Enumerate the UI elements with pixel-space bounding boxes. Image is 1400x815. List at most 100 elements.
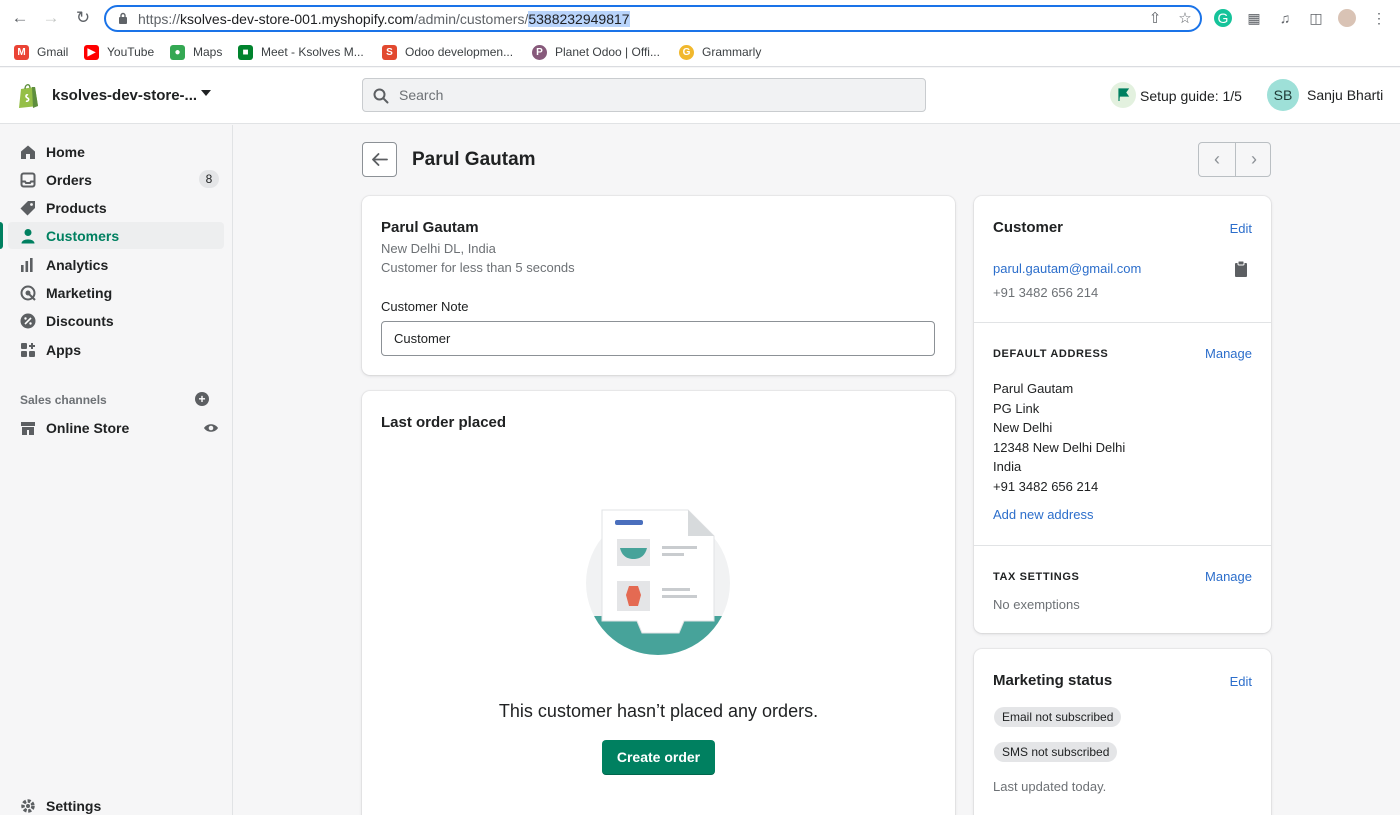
sidebar-item-home[interactable]: Home [8,138,224,165]
add-channel-plus-icon[interactable]: + [195,392,209,406]
browser-toolbar: ← → ↻ https://ksolves-dev-store-001.mysh… [0,0,1400,36]
store-name[interactable]: ksolves-dev-store-... [52,87,197,104]
sidebar-item-marketing[interactable]: Marketing [8,279,224,306]
sidebar-item-label: Products [46,200,107,216]
sms-status-badge: SMS not subscribed [994,742,1118,762]
add-new-address-link[interactable]: Add new address [993,507,1093,522]
sidebar-item-orders[interactable]: Orders 8 [8,166,224,193]
gear-icon [21,799,35,813]
sidebar-item-label: Settings [46,798,102,814]
sidebar-item-customers[interactable]: Customers [0,222,224,249]
reload-icon[interactable]: ↻ [73,8,93,28]
meet-icon: ■ [238,44,253,60]
bookmark-odoo[interactable]: S Odoo developmen... [382,43,513,61]
sidebar-item-label: Analytics [46,257,109,273]
shopify-logo-icon[interactable] [18,82,40,108]
sidebar-item-analytics[interactable]: Analytics [8,251,224,278]
tag-icon [20,201,35,216]
last-order-heading: Last order placed [381,414,507,431]
admin-topbar: ksolves-dev-store-... Search Setup guide… [0,68,1400,124]
marketing-updated: Last updated today. [993,779,1107,794]
sidebar-item-label: Online Store [46,420,130,436]
manage-tax-link[interactable]: Manage [1205,569,1252,584]
bookmark-youtube[interactable]: ▶ YouTube [84,43,154,61]
customer-email-link[interactable]: parul.gautam@gmail.com [993,261,1141,276]
address-line: Parul Gautam [993,381,1074,396]
address-line: New Delhi [993,420,1053,435]
section-divider [974,322,1271,323]
youtube-icon: ▶ [84,44,99,60]
marketing-heading: Marketing status [993,672,1113,689]
sidebar-item-settings[interactable]: Settings [8,792,224,815]
puzzle-icon[interactable]: ▦ [1245,9,1263,27]
bookmark-label: Maps [193,45,223,59]
sidebar-item-products[interactable]: Products [8,194,224,221]
back-arrow-icon[interactable]: ← [10,8,30,28]
sidebar-item-label: Home [46,144,85,160]
eye-icon[interactable] [203,420,219,436]
sidebar-item-online-store[interactable]: Online Store [8,414,224,441]
sidebar-item-label: Customers [46,228,120,244]
setup-guide-link[interactable]: Setup guide: 1/5 [1140,88,1242,104]
bookmark-meet[interactable]: ■ Meet - Ksolves M... [238,43,364,61]
tax-exemptions: No exemptions [993,597,1080,612]
bar-chart-icon [21,258,33,272]
profile-avatar-icon[interactable] [1338,9,1356,27]
sidebar-item-apps[interactable]: Apps [8,336,224,363]
star-icon[interactable]: ☆ [1176,10,1194,28]
create-order-button[interactable]: Create order [602,740,715,775]
bookmark-gmail[interactable]: M Gmail [14,43,68,61]
media-icon[interactable]: ♫ [1276,9,1294,27]
bookmark-planet-odoo[interactable]: P Planet Odoo | Offi... [532,43,660,61]
bookmark-label: Grammarly [702,45,762,59]
sidebar-item-discounts[interactable]: Discounts [8,307,224,334]
discount-icon [20,313,36,329]
customer-location: New Delhi DL, India [381,241,496,256]
grammarly-extension-icon[interactable]: G [1214,9,1232,27]
address-bar[interactable]: https://ksolves-dev-store-001.myshopify.… [104,5,1202,32]
arrow-left-icon [372,153,388,166]
manage-address-link[interactable]: Manage [1205,346,1252,361]
customer-note-field[interactable]: Customer [381,321,935,356]
copy-clipboard-icon[interactable] [1234,260,1248,277]
flag-icon[interactable] [1110,82,1136,108]
side-panel-icon[interactable]: ◫ [1307,9,1325,27]
bookmark-maps[interactable]: ● Maps [170,43,222,61]
search-input[interactable]: Search [362,78,926,112]
previous-customer-button[interactable]: ‹ [1199,143,1235,176]
bookmark-label: YouTube [107,45,155,59]
odoo-icon: S [382,44,397,60]
sales-channels-label: Sales channels [20,393,107,407]
search-icon [373,88,389,104]
user-name[interactable]: Sanju Bharti [1307,87,1383,103]
edit-customer-link[interactable]: Edit [1230,221,1252,236]
bookmarks-bar: M Gmail ▶ YouTube ● Maps ■ Meet - Ksolves M.… [0,36,1400,67]
edit-marketing-link[interactable]: Edit [1230,674,1252,689]
next-customer-button[interactable]: › [1236,143,1272,176]
empty-orders-illustration [586,509,730,655]
customer-phone: +91 3482 656 214 [993,285,1099,300]
url-path: /admin/customers/ [413,11,529,27]
lock-icon [119,12,127,24]
maps-icon: ● [170,44,185,60]
search-placeholder: Search [399,87,444,103]
section-divider [974,545,1271,546]
customer-since: Customer for less than 5 seconds [381,260,575,275]
share-icon[interactable]: ⇧ [1146,10,1164,28]
sidebar-item-label: Discounts [46,313,114,329]
customer-overview-card: Parul Gautam New Delhi DL, India Custome… [362,196,955,375]
sidebar-item-label: Orders [46,172,92,188]
address-line: 12348 New Delhi Delhi [993,440,1126,455]
menu-dots-icon[interactable]: ⋮ [1370,9,1388,27]
target-icon [20,285,36,301]
customer-panel-heading: Customer [993,219,1064,236]
forward-arrow-icon[interactable]: → [41,8,61,28]
bookmark-grammarly[interactable]: G Grammarly [679,43,761,61]
back-button[interactable] [362,142,397,177]
caret-down-icon[interactable] [201,90,211,96]
avatar[interactable]: SB [1267,79,1299,111]
url-prefix: https:// [138,11,181,27]
address-line: PG Link [993,401,1040,416]
sidebar-item-label: Apps [46,342,81,358]
apps-icon [21,343,35,357]
